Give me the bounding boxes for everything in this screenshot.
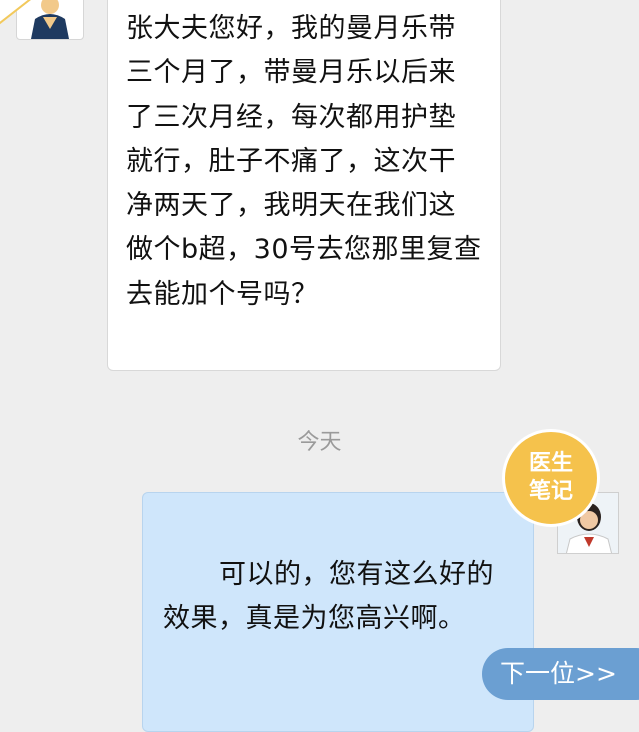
patient-message-bubble: 张大夫您好，我的曼月乐带三个月了，带曼月乐以后来了三次月经，每次都用护垫就行，肚… <box>107 0 501 371</box>
doctor-message-bubble: 可以的，您有这么好的效果，真是为您高兴啊。 <box>142 492 534 732</box>
notes-badge-line2: 笔记 <box>528 479 573 504</box>
next-button-label: 下一位>> <box>500 659 617 688</box>
patient-avatar-icon <box>31 0 69 39</box>
next-patient-button[interactable]: 下一位>> <box>482 648 639 700</box>
patient-message-text: 张大夫您好，我的曼月乐带三个月了，带曼月乐以后来了三次月经，每次都用护垫就行，肚… <box>126 13 482 310</box>
doctor-message-text: 可以的，您有这么好的效果，真是为您高兴啊。 <box>163 559 494 634</box>
notes-badge-line1: 医生 <box>528 451 573 476</box>
patient-avatar[interactable] <box>16 0 84 40</box>
doctor-notes-button[interactable]: 医生 笔记 <box>502 429 600 527</box>
